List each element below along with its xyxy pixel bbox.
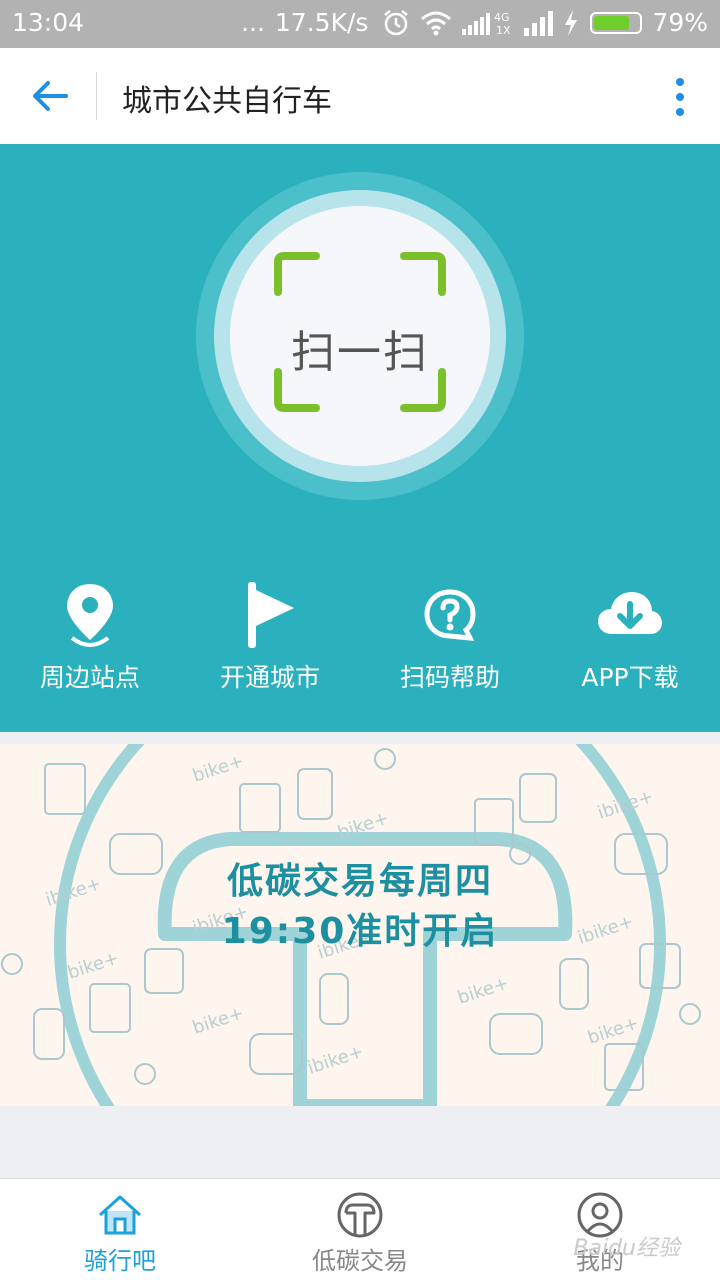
status-dots: ... (241, 8, 265, 37)
svg-text:bike+: bike+ (455, 973, 511, 1009)
quick-label: APP下载 (581, 663, 679, 692)
svg-text:bike+: bike+ (190, 751, 246, 787)
scan-circle: 扫一扫 (230, 206, 490, 466)
t-logo-icon (337, 1192, 383, 1238)
app-bar-divider (96, 72, 97, 120)
promo-banner[interactable]: bike+ bike+ ibike+ ibike+ bike+ ibike+ i… (0, 744, 720, 1106)
signal-4g-icon: 4G 1X (462, 11, 511, 37)
status-time: 13:04 (12, 8, 85, 37)
location-pin-icon (67, 584, 113, 647)
page-title: 城市公共自行车 (122, 84, 332, 119)
svg-text:bike+: bike+ (190, 1003, 246, 1039)
app-bar: 城市公共自行车 (0, 48, 720, 144)
banner-headline: 低碳交易每周四 (226, 861, 493, 902)
more-menu-icon[interactable] (670, 76, 690, 118)
signal-icon (524, 10, 554, 36)
cloud-download-icon (598, 592, 662, 634)
svg-text:4G: 4G (494, 11, 510, 24)
scan-ring: 扫一扫 (214, 190, 506, 482)
quick-nearby-stations[interactable]: 周边站点 (0, 572, 180, 702)
svg-text:ibike+: ibike+ (305, 1041, 366, 1079)
home-icon (98, 1195, 142, 1235)
quick-scan-help[interactable]: 扫码帮助 (360, 572, 540, 702)
quick-label: 扫码帮助 (399, 663, 500, 692)
quick-app-download[interactable]: APP下载 (540, 572, 720, 702)
battery-level (594, 15, 630, 30)
tab-ride[interactable]: 骑行吧 (0, 1179, 240, 1280)
banner-subline: 19:30准时开启 (221, 911, 499, 952)
battery-icon (590, 11, 643, 34)
help-bubble-icon (424, 589, 476, 641)
quick-label: 周边站点 (39, 663, 140, 692)
status-icons: ... 17.5K/s 4G 1X 79% (241, 8, 708, 37)
back-arrow-icon[interactable] (28, 74, 72, 118)
network-speed: 17.5K/s (274, 8, 369, 37)
svg-text:1X: 1X (496, 24, 511, 37)
svg-text:ibike+: ibike+ (595, 786, 656, 824)
quick-open-cities[interactable]: 开通城市 (180, 572, 360, 702)
quick-actions: 周边站点 开通城市 扫码帮助 APP下载 (0, 572, 720, 702)
scan-label: 扫一扫 (291, 327, 429, 378)
alarm-icon (384, 9, 409, 35)
charging-icon (565, 9, 578, 36)
bottom-tab-bar: 骑行吧 低碳交易 我的 Baidu经验 (0, 1178, 720, 1280)
tab-label: 骑行吧 (84, 1247, 156, 1275)
hero-panel: 扫一扫 周边站点 开通城市 扫码帮助 APP下载 (0, 144, 720, 732)
battery-percent: 79% (652, 8, 708, 37)
flag-icon (248, 582, 294, 648)
wifi-icon (421, 11, 452, 35)
scan-button[interactable]: 扫一扫 (196, 172, 524, 500)
status-bar: 13:04 ... 17.5K/s 4G 1X 79% (0, 0, 720, 48)
quick-label: 开通城市 (219, 663, 320, 692)
tab-low-carbon-trade[interactable]: 低碳交易 (240, 1179, 480, 1280)
tab-label: 低碳交易 (312, 1247, 408, 1275)
watermark: Baidu经验 (573, 1236, 680, 1261)
